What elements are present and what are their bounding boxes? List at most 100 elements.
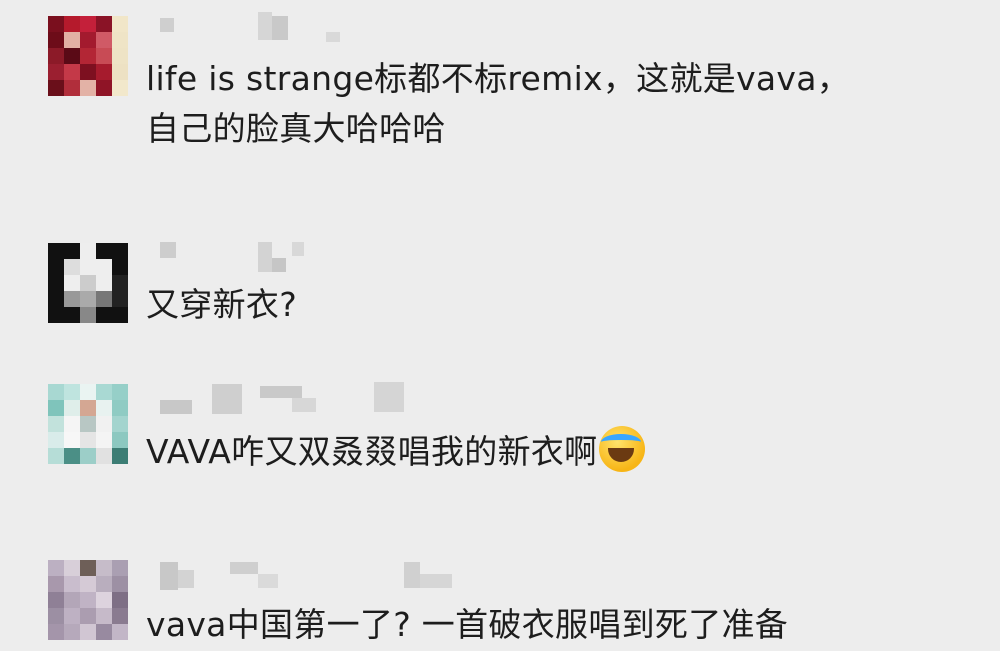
comment-text-line-1: life is strange标都不标remix，这就是vava， <box>146 59 851 98</box>
username-blurred[interactable] <box>160 12 360 48</box>
username-blurred[interactable] <box>160 240 360 276</box>
avatar-pixel <box>64 400 80 416</box>
avatar-pixel <box>112 16 128 32</box>
avatar-pixel <box>48 291 64 307</box>
avatar-pixel <box>96 32 112 48</box>
avatar-pixel <box>80 576 96 592</box>
avatar-pixel <box>64 448 80 464</box>
avatar-pixel <box>48 243 64 259</box>
avatar-pixel <box>80 64 96 80</box>
avatar-pixel <box>64 307 80 323</box>
avatar-pixel <box>48 624 64 640</box>
avatar-pixel <box>112 448 128 464</box>
avatar-pixel <box>48 275 64 291</box>
avatar-pixel <box>64 16 80 32</box>
avatar-pixel <box>80 624 96 640</box>
avatar-pixel <box>48 448 64 464</box>
avatar-pixel <box>64 275 80 291</box>
avatar-pixel <box>96 448 112 464</box>
avatar-pixel <box>96 608 112 624</box>
comment-text: vava中国第一了? 一首破衣服唱到死了准备 <box>146 605 789 644</box>
comment-text-content: VAVA咋又双叒叕唱我的新衣啊 <box>146 432 598 471</box>
avatar-pixel <box>112 32 128 48</box>
avatar-pixel <box>112 384 128 400</box>
avatar-pixel <box>112 608 128 624</box>
avatar-pixel <box>112 560 128 576</box>
username-blurred[interactable] <box>160 380 420 416</box>
avatar[interactable] <box>48 384 128 464</box>
avatar-pixel <box>80 243 96 259</box>
avatar-pixel <box>48 560 64 576</box>
avatar-pixel <box>96 259 112 275</box>
avatar-pixel <box>96 384 112 400</box>
avatar-pixel <box>96 275 112 291</box>
avatar-pixel <box>80 560 96 576</box>
avatar-pixel <box>64 48 80 64</box>
avatar-pixel <box>80 592 96 608</box>
avatar-pixel <box>96 48 112 64</box>
avatar-pixel <box>80 448 96 464</box>
avatar-pixel <box>64 560 80 576</box>
avatar-pixel <box>64 64 80 80</box>
face-with-tears-of-joy-icon <box>599 426 646 472</box>
avatar-pixel <box>96 80 112 96</box>
comment-text-line-2: 自己的脸真大哈哈哈 <box>146 109 446 148</box>
avatar-pixel <box>64 243 80 259</box>
avatar-pixel <box>112 576 128 592</box>
avatar-pixel <box>96 243 112 259</box>
avatar[interactable] <box>48 560 128 640</box>
avatar-pixel <box>80 400 96 416</box>
avatar-pixel <box>48 32 64 48</box>
avatar-pixel <box>64 624 80 640</box>
avatar[interactable] <box>48 16 128 96</box>
avatar-pixel <box>48 259 64 275</box>
avatar-pixel <box>112 416 128 432</box>
avatar-pixel <box>112 592 128 608</box>
avatar-pixel <box>80 608 96 624</box>
avatar-pixel <box>64 608 80 624</box>
avatar-pixel <box>96 560 112 576</box>
avatar-pixel <box>48 384 64 400</box>
avatar-pixel <box>112 275 128 291</box>
avatar-pixel <box>96 624 112 640</box>
avatar-pixel <box>112 243 128 259</box>
avatar[interactable] <box>48 243 128 323</box>
avatar-pixel <box>80 259 96 275</box>
avatar-pixel <box>48 576 64 592</box>
comment-text: life is strange标都不标remix，这就是vava， 自己的脸真大… <box>146 54 850 154</box>
avatar-pixel <box>96 16 112 32</box>
avatar-pixel <box>80 80 96 96</box>
avatar-pixel <box>96 307 112 323</box>
avatar-pixel <box>96 432 112 448</box>
avatar-pixel <box>96 400 112 416</box>
avatar-pixel <box>96 592 112 608</box>
avatar-pixel <box>48 608 64 624</box>
avatar-pixel <box>112 432 128 448</box>
avatar-pixel <box>64 432 80 448</box>
username-blurred[interactable] <box>160 556 460 592</box>
avatar-pixel <box>96 291 112 307</box>
avatar-pixel <box>80 16 96 32</box>
avatar-pixel <box>48 400 64 416</box>
avatar-pixel <box>64 32 80 48</box>
avatar-pixel <box>112 64 128 80</box>
avatar-pixel <box>96 64 112 80</box>
avatar-pixel <box>48 16 64 32</box>
avatar-pixel <box>80 384 96 400</box>
avatar-pixel <box>80 48 96 64</box>
avatar-pixel <box>80 32 96 48</box>
avatar-pixel <box>48 80 64 96</box>
avatar-pixel <box>112 307 128 323</box>
avatar-pixel <box>80 291 96 307</box>
avatar-pixel <box>112 291 128 307</box>
avatar-pixel <box>48 416 64 432</box>
avatar-pixel <box>112 48 128 64</box>
avatar-pixel <box>80 307 96 323</box>
avatar-pixel <box>48 432 64 448</box>
comment-text: 又穿新衣? <box>146 285 298 324</box>
avatar-pixel <box>64 259 80 275</box>
avatar-pixel <box>64 592 80 608</box>
avatar-pixel <box>112 80 128 96</box>
avatar-pixel <box>48 592 64 608</box>
avatar-pixel <box>112 624 128 640</box>
